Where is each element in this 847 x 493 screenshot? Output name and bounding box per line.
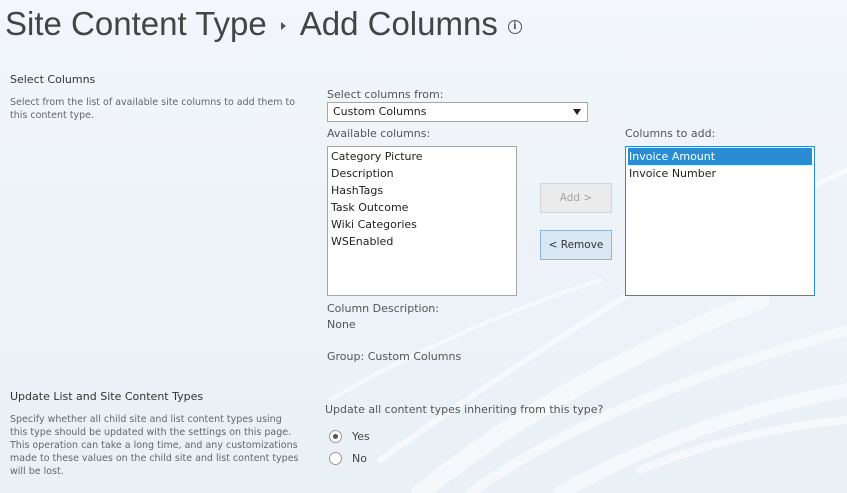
title-site-content-type: Site Content Type <box>5 5 267 42</box>
radio-no-row[interactable]: No <box>329 452 367 465</box>
available-column-item[interactable]: Description <box>330 165 514 182</box>
available-column-item[interactable]: Wiki Categories <box>330 216 514 233</box>
select-columns-description: Select from the list of available site c… <box>10 97 296 121</box>
column-to-add-item[interactable]: Invoice Number <box>628 165 812 182</box>
info-icon[interactable]: i <box>507 20 522 34</box>
update-content-types-description: Specify whether all child site and list … <box>10 414 299 477</box>
available-columns-listbox[interactable]: Category Picture Description HashTags Ta… <box>327 146 517 296</box>
breadcrumb-arrow-icon <box>280 22 286 30</box>
radio-yes[interactable] <box>329 430 342 443</box>
available-columns-label: Available columns: <box>327 127 431 140</box>
column-description-value: None <box>327 318 356 331</box>
select-columns-from-dropdown[interactable]: Custom Columns <box>327 102 588 122</box>
available-column-item[interactable]: Task Outcome <box>330 199 514 216</box>
dropdown-arrow-icon <box>573 109 581 115</box>
page-title: Site Content Type Add Columns i <box>5 2 522 46</box>
add-button[interactable]: Add > <box>540 183 612 213</box>
select-columns-section-title: Select Columns <box>10 73 96 86</box>
remove-button[interactable]: < Remove <box>540 230 612 260</box>
columns-to-add-listbox[interactable]: Invoice Amount Invoice Number <box>625 146 815 296</box>
update-content-types-section-title: Update List and Site Content Types <box>10 390 204 403</box>
available-column-item[interactable]: HashTags <box>330 182 514 199</box>
select-columns-from-value: Custom Columns <box>333 105 427 118</box>
column-to-add-item[interactable]: Invoice Amount <box>628 148 812 165</box>
title-add-columns: Add Columns <box>299 5 498 42</box>
radio-no-label[interactable]: No <box>352 452 367 465</box>
update-question-label: Update all content types inheriting from… <box>325 403 604 416</box>
radio-yes-label[interactable]: Yes <box>352 430 370 443</box>
available-column-item[interactable]: Category Picture <box>330 148 514 165</box>
available-column-item[interactable]: WSEnabled <box>330 233 514 250</box>
radio-no[interactable] <box>329 452 342 465</box>
select-columns-from-label: Select columns from: <box>327 88 444 101</box>
columns-to-add-label: Columns to add: <box>625 127 716 140</box>
group-text: Group: Custom Columns <box>327 350 462 363</box>
radio-yes-row[interactable]: Yes <box>329 430 370 443</box>
column-description-label: Column Description: <box>327 302 439 315</box>
